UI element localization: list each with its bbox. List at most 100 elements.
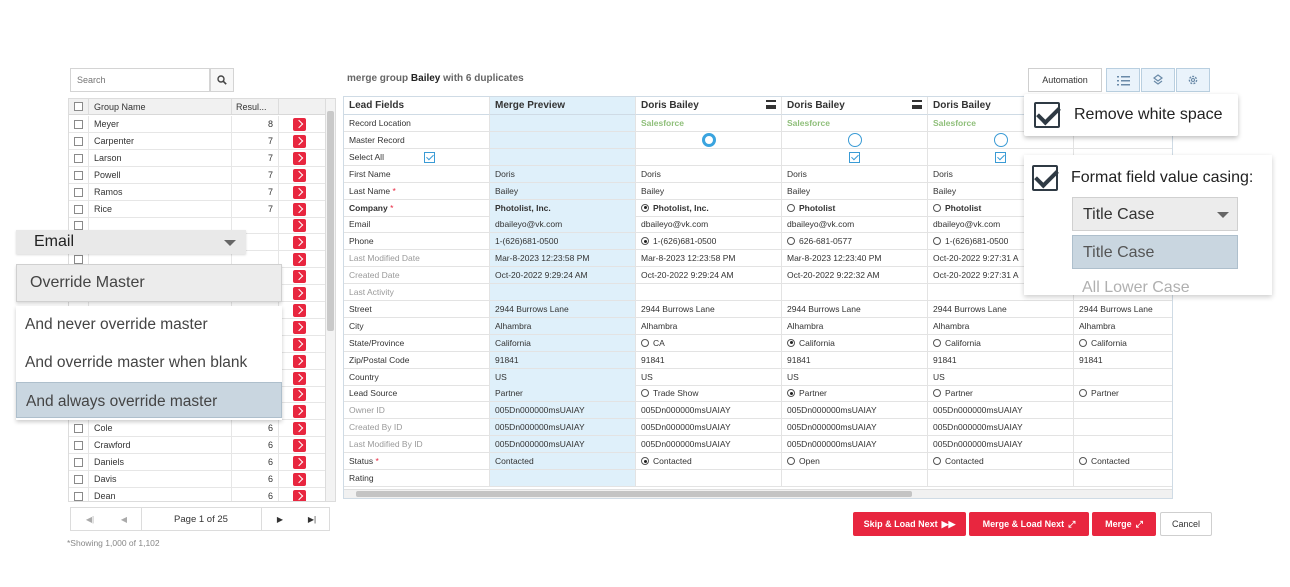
value-radio[interactable] (641, 203, 649, 212)
arrow-right-icon[interactable] (293, 253, 306, 267)
merge-preview-cell[interactable]: Partner (490, 385, 636, 403)
next-page-button[interactable]: ▶ (267, 508, 293, 530)
record-value-cell[interactable]: 005Dn000000msUAIAY (636, 402, 782, 420)
record-value-cell[interactable] (636, 284, 782, 301)
arrow-right-icon[interactable] (293, 354, 306, 368)
row-checkbox[interactable] (74, 187, 83, 197)
casing-option-title-case[interactable]: Title Case (1072, 235, 1238, 269)
row-checkbox[interactable] (74, 491, 83, 501)
record-value-cell[interactable]: California (928, 334, 1074, 352)
automation-button[interactable]: Automation (1028, 68, 1102, 92)
arrow-right-icon[interactable] (293, 388, 306, 402)
group-row[interactable]: Powell 7 (69, 166, 325, 184)
results-header[interactable]: Resul... (236, 102, 267, 112)
merge-preview-cell[interactable]: 91841 (490, 351, 636, 369)
record-value-cell[interactable]: Doris (636, 165, 782, 183)
arrow-right-icon[interactable] (293, 489, 306, 501)
format-casing-checkbox[interactable] (1032, 165, 1058, 191)
arrow-right-icon[interactable] (293, 456, 306, 469)
record-value-cell[interactable]: 005Dn000000msUAIAY (636, 419, 782, 437)
merge-preview-cell[interactable]: California (490, 334, 636, 352)
merge-preview-cell[interactable]: 005Dn000000msUAIAY (490, 402, 636, 420)
record-value-cell[interactable]: Partner (782, 385, 928, 403)
value-radio[interactable] (1079, 338, 1087, 347)
arrow-right-icon[interactable] (293, 219, 306, 233)
record-value-cell[interactable]: Alhambra (1074, 318, 1172, 335)
record-value-cell[interactable] (1074, 470, 1172, 487)
merge-preview-cell[interactable]: Mar-8-2023 12:23:58 PM (490, 250, 636, 268)
field-select[interactable]: Email (16, 230, 246, 254)
record-value-cell[interactable]: Oct-20-2022 9:29:24 AM (636, 267, 782, 285)
last-page-button[interactable]: ▶| (299, 508, 325, 530)
record-value-cell[interactable] (1074, 369, 1172, 386)
group-row[interactable]: Daniels 6 (69, 454, 325, 471)
column-header[interactable]: Doris Bailey (782, 97, 928, 115)
record-value-cell[interactable]: 91841 (1074, 352, 1172, 369)
select-all-checkbox[interactable] (74, 102, 83, 111)
merge-preview-cell[interactable]: 1-(626)681-0500 (490, 233, 636, 251)
merge-preview-cell[interactable]: Bailey (490, 182, 636, 200)
arrow-right-icon[interactable] (293, 303, 306, 317)
override-master-button[interactable]: Override Master (16, 264, 282, 302)
record-value-cell[interactable]: Salesforce (782, 115, 928, 132)
record-value-cell[interactable]: US (782, 368, 928, 386)
record-value-cell[interactable]: Mar-8-2023 12:23:40 PM (782, 250, 928, 268)
group-row[interactable]: Ramos 7 (69, 183, 325, 201)
record-value-cell[interactable]: US (928, 368, 1074, 386)
row-checkbox[interactable] (74, 136, 83, 146)
record-value-cell[interactable]: 91841 (636, 351, 782, 369)
record-value-cell[interactable] (1074, 402, 1172, 420)
row-checkbox[interactable] (74, 153, 83, 163)
record-value-cell[interactable]: 2944 Burrows Lane (928, 300, 1074, 318)
group-row[interactable]: Crawford 6 (69, 437, 325, 455)
arrow-right-icon[interactable] (293, 185, 306, 199)
record-value-cell[interactable]: dbaileyo@vk.com (782, 216, 928, 234)
merge-preview-cell[interactable]: Photolist, Inc. (490, 199, 636, 217)
record-value-cell[interactable]: Doris (782, 165, 928, 183)
arrow-right-icon[interactable] (293, 287, 306, 300)
group-row[interactable]: Cole 6 (69, 420, 325, 438)
scrollbar-thumb[interactable] (356, 491, 912, 497)
arrow-right-icon[interactable] (293, 236, 306, 250)
record-value-cell[interactable]: 91841 (782, 351, 928, 369)
value-radio[interactable] (933, 203, 941, 212)
override-option-never[interactable]: And never override master (16, 306, 282, 342)
arrow-right-icon[interactable] (293, 118, 306, 131)
row-checkbox[interactable] (74, 170, 83, 180)
merge-preview-cell[interactable] (490, 115, 636, 132)
search-button[interactable] (210, 68, 234, 92)
arrow-right-icon[interactable] (293, 439, 306, 453)
row-checkbox[interactable] (74, 120, 83, 129)
record-value-cell[interactable] (1074, 419, 1172, 437)
cancel-button[interactable]: Cancel (1160, 512, 1212, 536)
list-view-button[interactable] (1106, 68, 1140, 92)
search-input[interactable] (70, 68, 210, 92)
arrow-right-icon[interactable] (293, 134, 306, 148)
settings-button[interactable] (1176, 68, 1210, 92)
value-radio[interactable] (787, 338, 795, 347)
record-value-cell[interactable]: Alhambra (636, 317, 782, 335)
menu-icon[interactable] (912, 100, 922, 109)
value-radio[interactable] (933, 457, 941, 465)
group-table-scrollbar[interactable] (325, 99, 335, 501)
master-record-radio[interactable] (702, 132, 716, 147)
merge-preview-cell[interactable]: Alhambra (490, 317, 636, 335)
row-checkbox[interactable] (74, 474, 83, 484)
record-value-cell[interactable] (782, 284, 928, 301)
group-row[interactable]: Larson 7 (69, 149, 325, 167)
record-value-cell[interactable]: California (1074, 335, 1172, 352)
merge-preview-cell[interactable]: Doris (490, 165, 636, 183)
remove-whitespace-checkbox[interactable] (1034, 102, 1060, 128)
merge-preview-cell[interactable]: Oct-20-2022 9:29:24 AM (490, 267, 636, 285)
record-value-cell[interactable]: 005Dn000000msUAIAY (782, 436, 928, 454)
value-radio[interactable] (641, 457, 649, 465)
arrow-right-icon[interactable] (293, 337, 306, 351)
value-radio[interactable] (1079, 389, 1087, 398)
record-value-cell[interactable]: 005Dn000000msUAIAY (928, 436, 1074, 454)
value-radio[interactable] (787, 203, 795, 212)
arrow-right-icon[interactable] (293, 270, 306, 284)
arrow-right-icon[interactable] (293, 151, 306, 165)
scrollbar-thumb[interactable] (327, 111, 334, 331)
group-row[interactable]: Dean 6 (69, 487, 325, 501)
record-value-cell[interactable] (636, 148, 782, 166)
